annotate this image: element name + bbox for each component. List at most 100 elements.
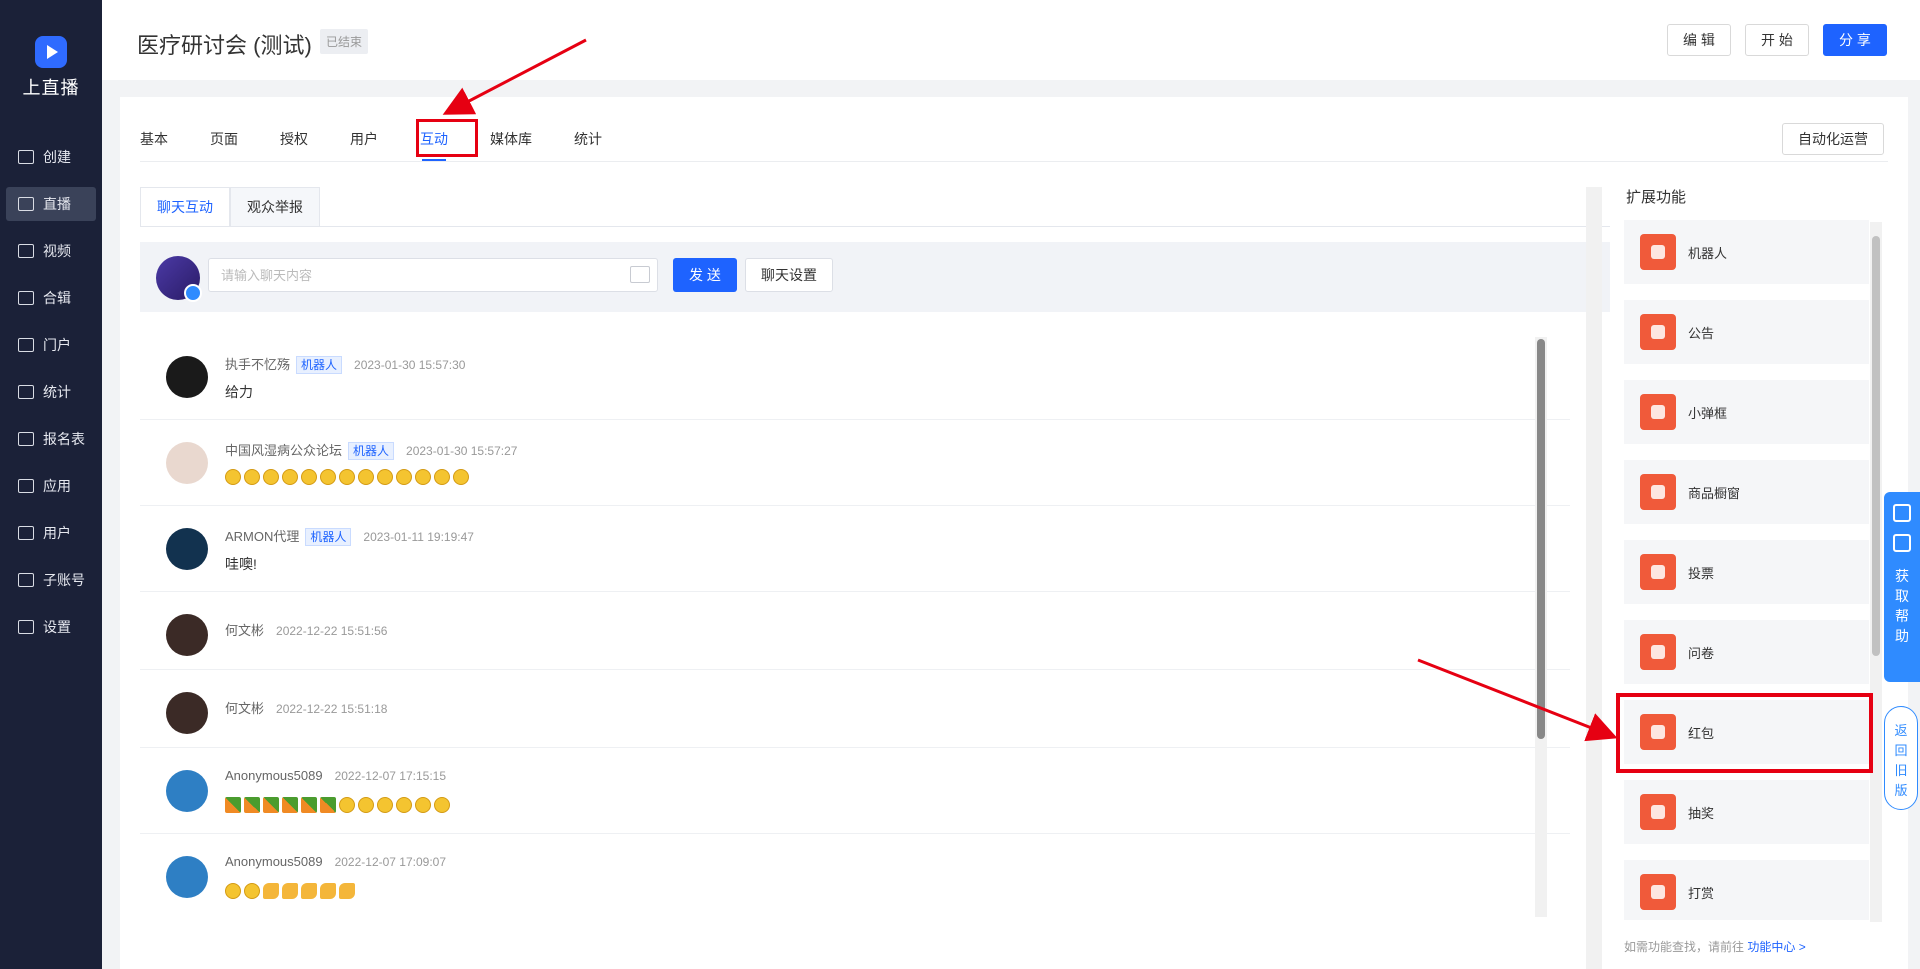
logo-icon: [35, 36, 67, 68]
flex-arm-emoji-icon: [320, 883, 336, 900]
message-author: ARMON代理: [225, 529, 300, 544]
send-button[interactable]: 发 送: [673, 258, 737, 292]
plus-square-icon: [18, 150, 34, 164]
money-bag-icon: [1640, 874, 1676, 910]
avatar: [166, 356, 208, 398]
extension-tip[interactable]: 打赏: [1624, 860, 1869, 920]
sidebar-item-sub-accounts[interactable]: 子账号: [6, 563, 96, 597]
lottery-icon: [1640, 794, 1676, 830]
extension-lottery[interactable]: 抽奖: [1624, 780, 1869, 844]
sidebar: 上直播 创建 直播 视频 合辑 门户 统计 报名表 应用 用户 子账号 设置: [0, 0, 102, 969]
old-version-label[interactable]: 返回旧版: [1894, 721, 1908, 801]
user-icon: [18, 526, 34, 540]
tab-bar: 基本 页面 授权 用户 互动 媒体库 统计: [140, 123, 644, 161]
extension-robot[interactable]: 机器人: [1624, 220, 1869, 284]
extension-survey[interactable]: 问卷: [1624, 620, 1869, 684]
extension-label: 投票: [1688, 565, 1715, 581]
extension-label: 小弹框: [1688, 405, 1728, 421]
image-icon[interactable]: [630, 266, 650, 283]
chat-input-bar: 发 送 聊天设置: [140, 242, 1610, 312]
smiley-emoji-icon: [396, 797, 412, 814]
page-title: 医疗研讨会 (测试): [137, 33, 312, 58]
subtab-chat[interactable]: 聊天互动: [140, 187, 230, 227]
edit-note-icon[interactable]: [1893, 534, 1911, 552]
extension-announcement[interactable]: 公告: [1624, 300, 1869, 364]
list-item: 何文彬 2022-12-22 15:51:56: [140, 592, 1570, 670]
collection-icon: [18, 291, 34, 305]
sidebar-item-label: 子账号: [43, 572, 85, 588]
divider: [140, 226, 1610, 227]
smiley-emoji-icon: [225, 883, 241, 900]
sidebar-item-label: 创建: [43, 149, 71, 165]
tab-basic[interactable]: 基本: [140, 123, 168, 155]
message-time: 2022-12-07 17:09:07: [334, 855, 447, 869]
smiley-emoji-icon: [415, 797, 431, 814]
smiley-emoji-icon: [339, 469, 355, 486]
tab-page[interactable]: 页面: [210, 123, 238, 155]
extensions-title: 扩展功能: [1626, 189, 1687, 206]
scrollbar-thumb[interactable]: [1872, 236, 1880, 656]
sidebar-item-settings[interactable]: 设置: [6, 610, 96, 644]
help-label[interactable]: 获取帮助: [1895, 566, 1909, 646]
sidebar-item-signup-form[interactable]: 报名表: [6, 422, 96, 456]
sidebar-item-stats[interactable]: 统计: [6, 375, 96, 409]
smiley-emoji-icon: [225, 469, 241, 486]
tab-media-library[interactable]: 媒体库: [490, 123, 532, 155]
share-button[interactable]: 分 享: [1823, 24, 1887, 56]
subtab-report[interactable]: 观众举报: [230, 187, 320, 227]
download-icon[interactable]: [1893, 504, 1911, 522]
auto-ops-button[interactable]: 自动化运营: [1782, 123, 1884, 155]
sidebar-item-video[interactable]: 视频: [6, 234, 96, 268]
film-icon: [18, 244, 34, 258]
extension-label: 打赏: [1688, 885, 1715, 901]
flex-arm-emoji-icon: [263, 883, 279, 900]
sidebar-item-create[interactable]: 创建: [6, 140, 96, 174]
edit-button[interactable]: 编 辑: [1667, 24, 1731, 56]
vote-icon: [1640, 554, 1676, 590]
video-icon: [18, 197, 34, 211]
extension-popup[interactable]: 小弹框: [1624, 380, 1869, 444]
robot-tag: 机器人: [348, 442, 395, 460]
sidebar-item-collection[interactable]: 合辑: [6, 281, 96, 315]
carrot-emoji-icon: [282, 797, 298, 814]
extensions-scrollbar[interactable]: [1870, 222, 1882, 922]
sidebar-item-portal[interactable]: 门户: [6, 328, 96, 362]
help-float[interactable]: 获取帮助: [1884, 492, 1920, 682]
smiley-emoji-icon: [415, 469, 431, 486]
tab-statistics[interactable]: 统计: [574, 123, 602, 155]
tab-authorization[interactable]: 授权: [280, 123, 308, 155]
extension-product-window[interactable]: 商品橱窗: [1624, 460, 1869, 524]
message-meta: Anonymous5089 2022-12-07 17:09:07: [225, 854, 446, 869]
message-list-scrollbar[interactable]: [1535, 337, 1547, 917]
sidebar-item-users[interactable]: 用户: [6, 516, 96, 550]
flex-arm-emoji-icon: [339, 883, 355, 900]
sidebar-item-label: 用户: [43, 525, 71, 541]
chat-settings-button[interactable]: 聊天设置: [745, 258, 833, 292]
list-item: Anonymous5089 2022-12-07 17:15:15: [140, 748, 1570, 834]
scrollbar-thumb[interactable]: [1537, 339, 1545, 739]
list-item: ARMON代理 机器人 2023-01-11 19:19:47 哇噢!: [140, 506, 1570, 592]
smiley-emoji-icon: [339, 797, 355, 814]
logo[interactable]: 上直播: [0, 36, 102, 100]
pie-chart-icon: [18, 385, 34, 399]
old-version-button[interactable]: 返回旧版: [1884, 706, 1918, 810]
message-meta: ARMON代理 机器人 2023-01-11 19:19:47: [225, 526, 474, 546]
start-button[interactable]: 开 始: [1745, 24, 1809, 56]
sidebar-item-label: 视频: [43, 243, 71, 259]
logo-text: 上直播: [22, 78, 80, 98]
robot-tag: 机器人: [296, 356, 343, 374]
tab-users[interactable]: 用户: [350, 123, 378, 155]
message-text: 哇噢!: [225, 556, 257, 572]
extension-label: 商品橱窗: [1688, 485, 1741, 501]
smiley-emoji-icon: [263, 469, 279, 486]
smiley-emoji-icon: [301, 469, 317, 486]
carrot-emoji-icon: [320, 797, 336, 814]
chat-input[interactable]: [208, 258, 658, 292]
sidebar-item-live[interactable]: 直播: [6, 187, 96, 221]
extension-vote[interactable]: 投票: [1624, 540, 1869, 604]
feature-center-link[interactable]: 功能中心 >: [1747, 940, 1805, 954]
panel-scrollbar[interactable]: [1586, 187, 1602, 969]
sidebar-item-apps[interactable]: 应用: [6, 469, 96, 503]
form-icon: [18, 432, 34, 446]
flex-arm-emoji-icon: [282, 883, 298, 900]
